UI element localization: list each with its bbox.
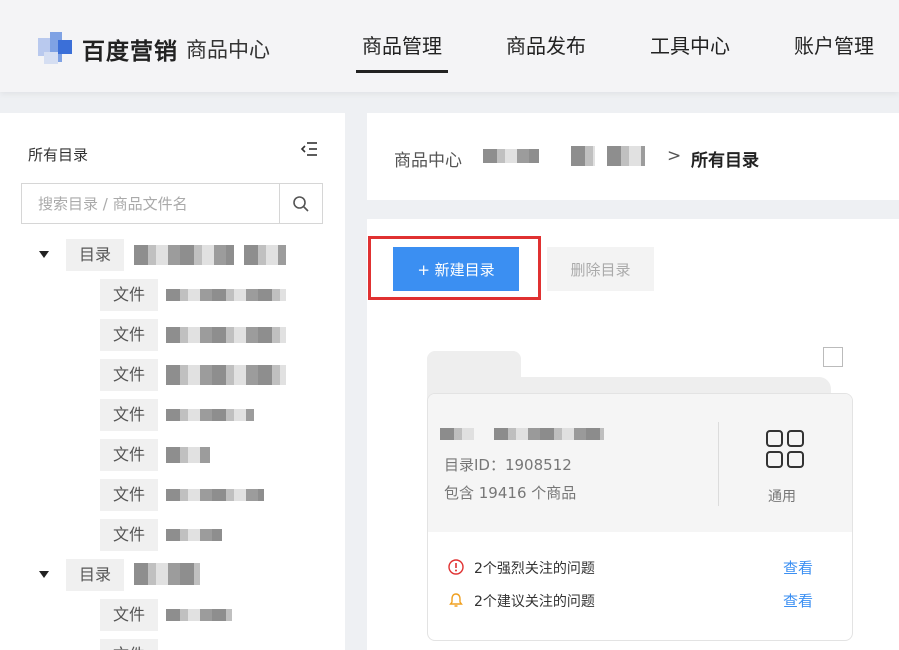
file-tag: 文件 (100, 279, 159, 311)
directory-card[interactable]: 目录ID：1908512 包含 19416 个商品 通用 2个强烈关注的问题 查… (427, 347, 853, 641)
search-input[interactable] (22, 184, 280, 223)
file-tag: 文件 (100, 639, 159, 650)
directory-content: + 新建目录 删除目录 目录ID：1908512 包含 19416 个商品 通用 (367, 219, 899, 650)
baidu-logo-icon (36, 30, 76, 68)
nav-product-publish[interactable]: 商品发布 (506, 30, 586, 59)
tree-file[interactable]: 文件 (0, 599, 345, 631)
card-select-checkbox[interactable] (823, 347, 843, 367)
tree-file[interactable]: 文件 (0, 639, 345, 650)
alert-circle-icon (448, 559, 464, 575)
brand-name: 百度营销 (82, 39, 178, 65)
suggested-issue-text: 2个建议关注的问题 (474, 594, 595, 610)
caret-down-icon[interactable] (39, 571, 49, 578)
nav-account-management[interactable]: 账户管理 (794, 30, 874, 59)
card-summary: 目录ID：1908512 包含 19416 个商品 通用 (428, 394, 852, 532)
redacted-breadcrumb-segment (607, 146, 645, 166)
tree-file[interactable]: 文件 (0, 319, 345, 351)
view-strong-issues-link[interactable]: 查看 (783, 557, 813, 578)
grid-icon (766, 430, 804, 468)
directory-search (21, 183, 323, 224)
redacted-directory-name (134, 245, 234, 265)
directory-tag: 目录 (66, 239, 125, 271)
strong-issue-row: 2个强烈关注的问题 (448, 558, 595, 578)
directory-sidebar: 所有目录 目录 文件 文件 文件 文件 文件 (0, 113, 345, 650)
directory-type-label: 通用 (768, 489, 796, 505)
tree-file[interactable]: 文件 (0, 519, 345, 551)
tree-directory[interactable]: 目录 (0, 239, 345, 271)
brand-subtitle: 商品中心 (186, 38, 270, 62)
redacted-file-name (166, 289, 286, 301)
redacted-file-name (166, 365, 286, 385)
redacted-file-name (166, 489, 264, 501)
caret-down-icon[interactable] (39, 251, 49, 258)
collapse-sidebar-icon[interactable] (300, 141, 318, 157)
redacted-breadcrumb-segment (483, 149, 539, 163)
file-tag: 文件 (100, 399, 159, 431)
tree-file[interactable]: 文件 (0, 399, 345, 431)
search-icon (293, 195, 309, 212)
view-suggested-issues-link[interactable]: 查看 (783, 590, 813, 611)
breadcrumb-root[interactable]: 商品中心 (394, 146, 462, 171)
file-tag: 文件 (100, 439, 159, 471)
redacted-file-name (166, 327, 286, 343)
top-bar: 百度营销 商品中心 商品管理 商品发布 工具中心 账户管理 (0, 0, 899, 92)
suggested-issue-row: 2个建议关注的问题 (448, 591, 595, 611)
file-tag: 文件 (100, 479, 159, 511)
breadcrumb-separator: > (667, 146, 682, 166)
file-tag: 文件 (100, 599, 159, 631)
tree-file[interactable]: 文件 (0, 479, 345, 511)
file-tag: 文件 (100, 359, 159, 391)
strong-issue-text: 2个强烈关注的问题 (474, 561, 595, 577)
directory-tag: 目录 (66, 559, 125, 591)
redacted-file-name (166, 409, 254, 421)
redacted-file-name (166, 529, 222, 541)
redacted-directory-name (244, 245, 286, 265)
redacted-directory-name (134, 563, 200, 585)
redacted-card-title (494, 428, 604, 440)
bell-icon (449, 593, 463, 607)
nav-tool-center[interactable]: 工具中心 (650, 30, 730, 59)
file-tag: 文件 (100, 519, 159, 551)
logo[interactable]: 百度营销 商品中心 (36, 30, 270, 68)
tree-directory[interactable]: 目录 (0, 559, 345, 591)
redacted-file-name (166, 447, 210, 463)
directory-id: 目录ID：1908512 (444, 456, 572, 474)
sidebar-title: 所有目录 (28, 146, 89, 164)
search-button[interactable] (279, 184, 322, 223)
tree-file[interactable]: 文件 (0, 359, 345, 391)
tree-file[interactable]: 文件 (0, 279, 345, 311)
tree-file[interactable]: 文件 (0, 439, 345, 471)
breadcrumb: 商品中心 > 所有目录 (367, 113, 899, 200)
product-count: 包含 19416 个商品 (444, 484, 577, 502)
file-tag: 文件 (100, 319, 159, 351)
delete-directory-button[interactable]: 删除目录 (547, 247, 654, 291)
card-body: 目录ID：1908512 包含 19416 个商品 通用 2个强烈关注的问题 查… (427, 393, 853, 641)
redacted-file-name (166, 609, 232, 621)
card-divider (718, 422, 719, 506)
new-directory-button[interactable]: + 新建目录 (393, 247, 519, 291)
nav-product-management[interactable]: 商品管理 (356, 30, 448, 73)
redacted-breadcrumb-segment (571, 146, 595, 166)
breadcrumb-current: 所有目录 (691, 151, 759, 171)
redacted-card-title (440, 428, 474, 440)
